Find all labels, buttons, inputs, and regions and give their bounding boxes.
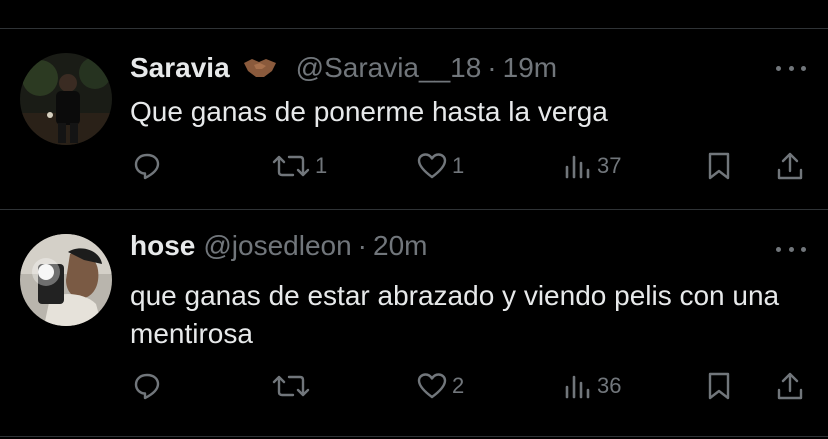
share-button[interactable] xyxy=(776,371,804,401)
views-icon xyxy=(565,375,590,399)
reply-button[interactable] xyxy=(132,371,162,401)
reply-button[interactable] xyxy=(132,151,162,181)
user-handle[interactable]: @josedleon xyxy=(203,230,351,262)
separator-dot: · xyxy=(357,230,367,261)
tweet-header: Saravia @Saravia__18 · 19m xyxy=(130,49,557,84)
bookmark-icon xyxy=(708,372,730,400)
views-count: 37 xyxy=(597,153,622,178)
bookmark-icon xyxy=(708,152,730,180)
avatar[interactable] xyxy=(20,234,112,326)
bookmark-button[interactable] xyxy=(706,151,732,181)
timestamp[interactable]: 19m xyxy=(503,52,557,84)
retweet-button[interactable]: 1 xyxy=(271,151,327,181)
reply-icon xyxy=(134,153,160,180)
share-button[interactable] xyxy=(776,151,804,181)
display-name[interactable]: Saravia xyxy=(130,52,230,84)
bookmark-button[interactable] xyxy=(706,371,732,401)
like-count: 1 xyxy=(452,153,465,178)
views-button[interactable]: 37 xyxy=(563,151,621,181)
tweet-hose[interactable]: hose @josedleon · 20m que ganas de estar… xyxy=(0,210,828,438)
heart-icon xyxy=(417,373,447,399)
tweet-text: Que ganas de ponerme hasta la verga xyxy=(130,96,608,127)
separator-dot: · xyxy=(487,52,497,83)
more-icon[interactable] xyxy=(776,62,806,74)
share-icon xyxy=(777,372,803,400)
reply-icon xyxy=(134,373,160,400)
like-button[interactable]: 2 xyxy=(416,371,464,401)
share-icon xyxy=(777,152,803,180)
tweet-text: que ganas de estar abrazado y viendo pel… xyxy=(130,280,780,349)
action-bar: 2 36 xyxy=(0,365,828,405)
retweet-icon xyxy=(272,375,310,397)
views-button[interactable]: 36 xyxy=(563,371,621,401)
timestamp[interactable]: 20m xyxy=(373,230,427,262)
heart-icon xyxy=(417,153,447,179)
bottom-divider xyxy=(0,436,828,437)
more-icon[interactable] xyxy=(776,243,806,255)
like-count: 2 xyxy=(452,373,465,398)
like-button[interactable]: 1 xyxy=(416,151,464,181)
retweet-button[interactable] xyxy=(271,371,315,401)
tweet-saravia[interactable]: Saravia @Saravia__18 · 19m Que ganas de … xyxy=(0,29,828,209)
avatar[interactable] xyxy=(20,53,112,145)
views-count: 36 xyxy=(597,373,622,398)
retweet-count: 1 xyxy=(315,153,328,178)
action-bar: 1 1 37 xyxy=(0,145,828,185)
display-name[interactable]: hose xyxy=(130,230,195,262)
tweet-header: hose @josedleon · 20m xyxy=(130,230,427,262)
retweet-icon xyxy=(272,155,310,177)
views-icon xyxy=(565,155,590,179)
handshake-icon xyxy=(242,53,278,81)
user-handle[interactable]: @Saravia__18 xyxy=(296,52,482,84)
